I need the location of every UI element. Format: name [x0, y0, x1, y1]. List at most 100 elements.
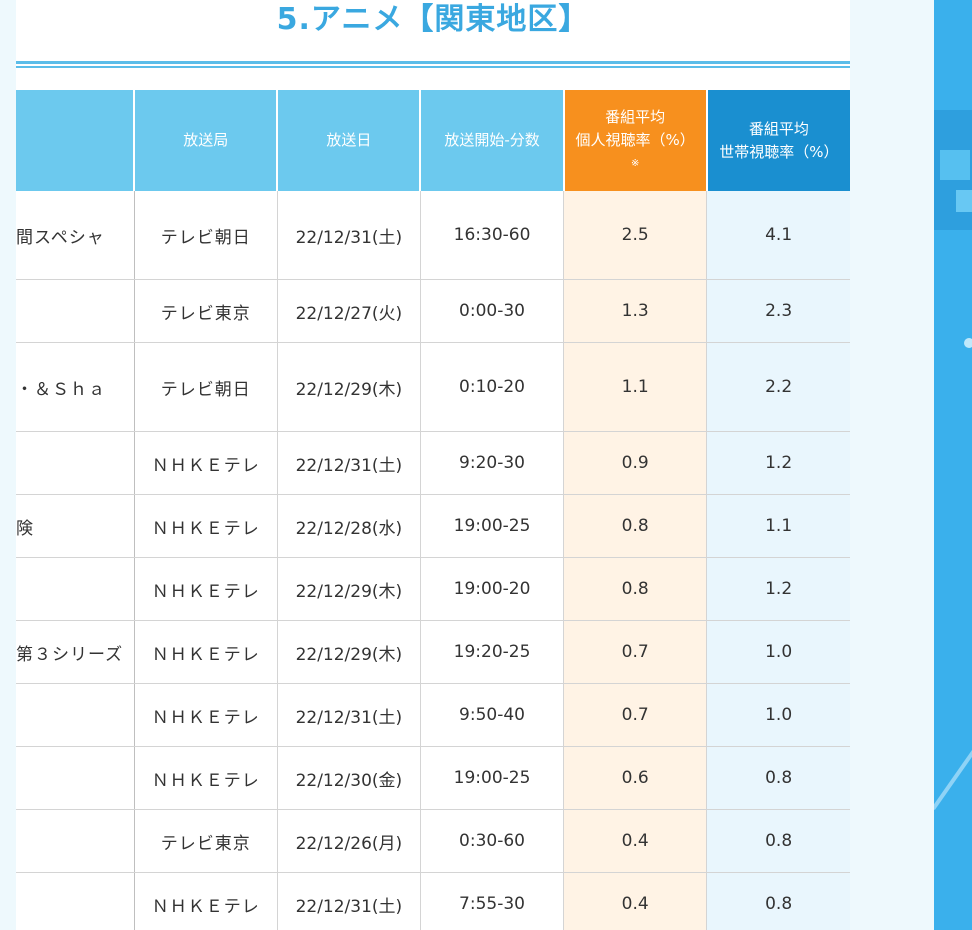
individual-rating-cell: 0.7 — [563, 620, 707, 684]
time-cell: 0:30-60 — [419, 809, 564, 873]
sidebar-line — [934, 733, 972, 811]
date-cell: 22/12/28(水) — [276, 494, 421, 558]
date-cell: 22/12/31(土) — [276, 683, 421, 747]
time-cell: 16:30-60 — [419, 191, 564, 280]
table-header-row: 放送局 放送日 放送開始-分数 番組平均 個人視聴率（%） ※ 番組平均 世帯視… — [16, 90, 850, 191]
header-time: 放送開始-分数 — [419, 90, 564, 191]
individual-rating-cell: 0.9 — [563, 431, 707, 495]
program-title-cell: 険 — [16, 494, 135, 558]
date-cell: 22/12/29(木) — [276, 557, 421, 621]
household-rating-cell: 1.2 — [706, 431, 850, 495]
individual-rating-cell: 1.3 — [563, 279, 707, 343]
individual-rating-cell: 0.7 — [563, 683, 707, 747]
date-cell: 22/12/29(木) — [276, 342, 421, 432]
station-cell: ＮＨＫＥテレ — [133, 431, 278, 495]
table-row: 第３シリーズ ＮＨＫＥテレ 22/12/29(木) 19:20-25 0.7 1… — [16, 620, 850, 684]
header-household-rating: 番組平均 世帯視聴率（%） — [705, 90, 850, 191]
date-cell: 22/12/31(土) — [276, 431, 421, 495]
sidebar-decoration — [940, 150, 970, 180]
program-title-cell — [16, 683, 135, 747]
date-cell: 22/12/29(木) — [276, 620, 421, 684]
header-date: 放送日 — [276, 90, 421, 191]
station-cell: ＮＨＫＥテレ — [133, 620, 278, 684]
household-rating-cell: 0.8 — [706, 872, 850, 930]
decorative-sidebar — [934, 0, 972, 930]
time-cell: 19:00-20 — [419, 557, 564, 621]
household-rating-cell: 1.0 — [706, 620, 850, 684]
time-cell: 19:00-25 — [419, 746, 564, 810]
header-household-line2: 世帯視聴率（%） — [719, 142, 839, 161]
date-cell: 22/12/30(金) — [276, 746, 421, 810]
time-cell: 9:50-40 — [419, 683, 564, 747]
household-rating-cell: 0.8 — [706, 746, 850, 810]
time-cell: 0:00-30 — [419, 279, 564, 343]
station-cell: ＮＨＫＥテレ — [133, 746, 278, 810]
table-row: ＮＨＫＥテレ 22/12/31(土) 9:50-40 0.7 1.0 — [16, 683, 850, 747]
header-individual-rating: 番組平均 個人視聴率（%） ※ — [562, 90, 707, 191]
table-row: 間スペシャ テレビ朝日 22/12/31(土) 16:30-60 2.5 4.1 — [16, 191, 850, 280]
header-program — [16, 90, 135, 191]
ratings-table-container: 放送局 放送日 放送開始-分数 番組平均 個人視聴率（%） ※ 番組平均 世帯視… — [16, 90, 850, 930]
individual-rating-cell: 0.8 — [563, 557, 707, 621]
right-gutter — [850, 0, 934, 930]
ratings-table: 放送局 放送日 放送開始-分数 番組平均 個人視聴率（%） ※ 番組平均 世帯視… — [16, 90, 850, 930]
table-row: ＮＨＫＥテレ 22/12/31(土) 7:55-30 0.4 0.8 — [16, 872, 850, 930]
time-cell: 19:20-25 — [419, 620, 564, 684]
header-household-line1: 番組平均 — [748, 119, 809, 138]
time-cell: 9:20-30 — [419, 431, 564, 495]
header-individual-line2: 個人視聴率（%） — [575, 131, 695, 149]
household-rating-cell: 2.2 — [706, 342, 850, 432]
household-rating-cell: 0.8 — [706, 809, 850, 873]
sidebar-decoration — [956, 190, 972, 212]
time-cell: 19:00-25 — [419, 494, 564, 558]
household-rating-cell: 1.2 — [706, 557, 850, 621]
table-row: ・＆Ｓｈａ テレビ朝日 22/12/29(木) 0:10-20 1.1 2.2 — [16, 342, 850, 432]
date-cell: 22/12/31(土) — [276, 191, 421, 280]
section-title: 5.アニメ【関東地区】 — [276, 2, 590, 37]
sidebar-dot — [964, 338, 972, 348]
station-cell: テレビ東京 — [133, 279, 278, 343]
time-cell: 0:10-20 — [419, 342, 564, 432]
household-rating-cell: 2.3 — [706, 279, 850, 343]
table-row: テレビ東京 22/12/27(火) 0:00-30 1.3 2.3 — [16, 279, 850, 343]
station-cell: テレビ東京 — [133, 809, 278, 873]
station-cell: テレビ朝日 — [133, 191, 278, 280]
household-rating-cell: 4.1 — [706, 191, 850, 280]
date-cell: 22/12/31(土) — [276, 872, 421, 930]
header-individual-line1: 番組平均 — [605, 108, 666, 126]
title-underline — [16, 61, 850, 64]
program-title-cell — [16, 431, 135, 495]
time-cell: 7:55-30 — [419, 872, 564, 930]
table-row: ＮＨＫＥテレ 22/12/31(土) 9:20-30 0.9 1.2 — [16, 431, 850, 495]
individual-rating-cell: 0.4 — [563, 872, 707, 930]
household-rating-cell: 1.0 — [706, 683, 850, 747]
program-title-cell: ・＆Ｓｈａ — [16, 342, 135, 432]
program-title-cell: 間スペシャ — [16, 191, 135, 280]
program-title-cell — [16, 557, 135, 621]
household-rating-cell: 1.1 — [706, 494, 850, 558]
station-cell: ＮＨＫＥテレ — [133, 683, 278, 747]
program-title-cell — [16, 872, 135, 930]
station-cell: ＮＨＫＥテレ — [133, 494, 278, 558]
table-row: ＮＨＫＥテレ 22/12/30(金) 19:00-25 0.6 0.8 — [16, 746, 850, 810]
individual-rating-cell: 2.5 — [563, 191, 707, 280]
station-cell: ＮＨＫＥテレ — [133, 872, 278, 930]
date-cell: 22/12/26(月) — [276, 809, 421, 873]
table-row: 険 ＮＨＫＥテレ 22/12/28(水) 19:00-25 0.8 1.1 — [16, 494, 850, 558]
program-title-cell: 第３シリーズ — [16, 620, 135, 684]
program-title-cell — [16, 809, 135, 873]
table-row: テレビ東京 22/12/26(月) 0:30-60 0.4 0.8 — [16, 809, 850, 873]
station-cell: ＮＨＫＥテレ — [133, 557, 278, 621]
individual-rating-cell: 1.1 — [563, 342, 707, 432]
station-cell: テレビ朝日 — [133, 342, 278, 432]
table-row: ＮＨＫＥテレ 22/12/29(木) 19:00-20 0.8 1.2 — [16, 557, 850, 621]
individual-rating-cell: 0.4 — [563, 809, 707, 873]
individual-rating-cell: 0.6 — [563, 746, 707, 810]
left-background-strip — [0, 0, 16, 930]
program-title-cell — [16, 746, 135, 810]
program-title-cell — [16, 279, 135, 343]
title-underline — [16, 66, 850, 68]
date-cell: 22/12/27(火) — [276, 279, 421, 343]
individual-rating-cell: 0.8 — [563, 494, 707, 558]
header-individual-note: ※ — [630, 158, 640, 169]
